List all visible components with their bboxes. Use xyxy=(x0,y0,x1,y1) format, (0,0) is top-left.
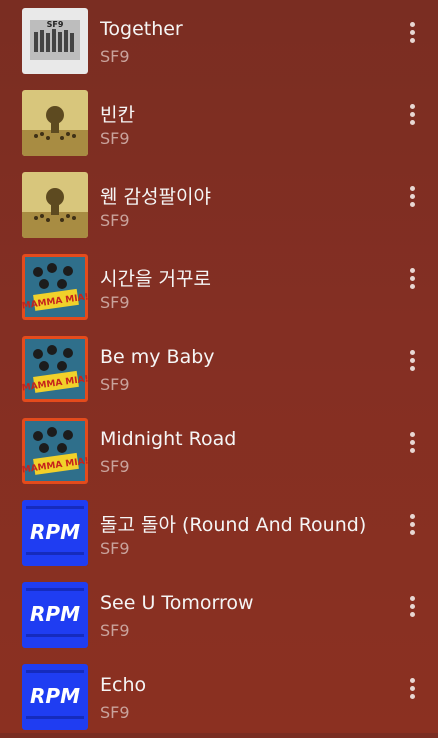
song-title: Midnight Road xyxy=(100,428,237,450)
song-artist: SF9 xyxy=(100,539,130,558)
song-artist: SF9 xyxy=(100,129,130,148)
song-artist: SF9 xyxy=(100,211,130,230)
album-art: RPM xyxy=(22,664,88,730)
more-vertical-icon[interactable] xyxy=(400,594,426,620)
svg-text:SF9: SF9 xyxy=(47,20,64,29)
more-vertical-icon[interactable] xyxy=(400,676,426,702)
more-vertical-icon[interactable] xyxy=(400,184,426,210)
more-vertical-icon[interactable] xyxy=(400,348,426,374)
song-artist: SF9 xyxy=(100,47,130,66)
song-title: 돌고 돌아 (Round And Round) xyxy=(100,514,367,536)
album-art xyxy=(22,172,88,238)
album-art: MAMMA MIA! xyxy=(22,336,88,402)
song-row[interactable]: SF9 Together SF9 xyxy=(0,0,438,82)
song-row[interactable]: RPM Echo SF9 xyxy=(0,656,438,738)
svg-text:RPM: RPM xyxy=(30,520,80,544)
more-vertical-icon[interactable] xyxy=(400,266,426,292)
album-art: MAMMA MIA! xyxy=(22,418,88,484)
song-artist: SF9 xyxy=(100,457,130,476)
song-title: See U Tomorrow xyxy=(100,592,254,614)
song-artist: SF9 xyxy=(100,703,130,722)
song-row[interactable]: RPM 돌고 돌아 (Round And Round) SF9 xyxy=(0,492,438,574)
song-row[interactable]: 웬 감성팔이야 SF9 xyxy=(0,164,438,246)
album-art xyxy=(22,90,88,156)
song-title: 빈칸 xyxy=(100,104,135,126)
album-art: RPM xyxy=(22,500,88,566)
song-row[interactable]: MAMMA MIA! 시간을 거꾸로 SF9 xyxy=(0,246,438,328)
song-row[interactable]: MAMMA MIA! Be my Baby SF9 xyxy=(0,328,438,410)
song-artist: SF9 xyxy=(100,375,130,394)
song-artist: SF9 xyxy=(100,621,130,640)
song-artist: SF9 xyxy=(100,293,130,312)
song-title: Be my Baby xyxy=(100,346,215,368)
svg-text:RPM: RPM xyxy=(30,602,80,626)
more-vertical-icon[interactable] xyxy=(400,512,426,538)
more-vertical-icon[interactable] xyxy=(400,20,426,46)
song-title: 웬 감성팔이야 xyxy=(100,186,211,208)
song-title: Echo xyxy=(100,674,147,696)
album-art: RPM xyxy=(22,582,88,648)
song-title: 시간을 거꾸로 xyxy=(100,268,211,290)
song-title: Together xyxy=(100,18,183,40)
album-art: MAMMA MIA! xyxy=(22,254,88,320)
song-row[interactable]: MAMMA MIA! Midnight Road SF9 xyxy=(0,410,438,492)
svg-text:RPM: RPM xyxy=(30,684,80,708)
song-row[interactable]: 빈칸 SF9 xyxy=(0,82,438,164)
more-vertical-icon[interactable] xyxy=(400,430,426,456)
more-vertical-icon[interactable] xyxy=(400,102,426,128)
song-row[interactable]: RPM See U Tomorrow SF9 xyxy=(0,574,438,656)
album-art: SF9 xyxy=(22,8,88,74)
